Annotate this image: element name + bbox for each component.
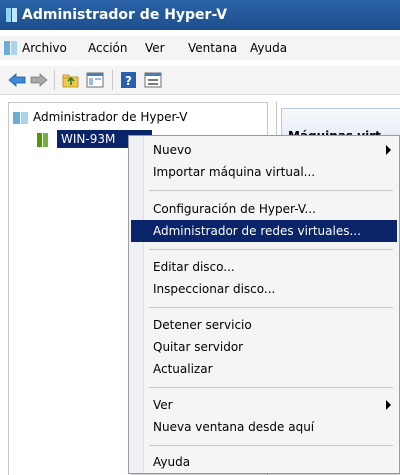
- menu-separator: [149, 190, 393, 191]
- menu-item-configuracion-hyper-v[interactable]: Configuración de Hyper-V...: [131, 198, 397, 220]
- properties-icon[interactable]: [144, 72, 162, 88]
- menu-item-inspeccionar-disco[interactable]: Inspeccionar disco...: [131, 278, 397, 300]
- show-hide-tree-icon[interactable]: [86, 72, 104, 88]
- window-title: Administrador de Hyper-V: [22, 7, 228, 23]
- hyper-v-manager-node-icon: [13, 112, 28, 124]
- menu-item-label: Nueva ventana desde aquí: [153, 420, 315, 434]
- menu-item-label: Editar disco...: [153, 260, 235, 274]
- submenu-arrow-icon: [386, 145, 391, 155]
- toolbar-separator: [54, 70, 55, 90]
- menu-item-label: Administrador de redes virtuales...: [153, 224, 361, 238]
- submenu-arrow-icon: [386, 400, 391, 410]
- menu-item-label: Importar máquina virtual...: [153, 165, 316, 179]
- menu-separator: [149, 307, 393, 308]
- menu-item-importar-maquina-virtual[interactable]: Importar máquina virtual...: [131, 161, 397, 183]
- title-bar: Administrador de Hyper-V: [0, 0, 400, 30]
- menu-item-ver[interactable]: Ver: [131, 394, 397, 416]
- menu-separator: [149, 249, 393, 250]
- help-icon[interactable]: ?: [120, 72, 138, 88]
- menu-item-label: Nuevo: [153, 143, 192, 157]
- menu-item-label: Ver: [153, 398, 173, 412]
- server-icon: [37, 133, 48, 147]
- menu-item-administrador-redes-virtuales[interactable]: Administrador de redes virtuales...: [131, 220, 397, 242]
- svg-text:?: ?: [125, 74, 132, 88]
- menu-accion[interactable]: Acción: [88, 41, 127, 55]
- system-menu-icon[interactable]: [4, 40, 18, 56]
- menu-ver[interactable]: Ver: [145, 41, 165, 55]
- menu-item-label: Configuración de Hyper-V...: [153, 202, 316, 216]
- menu-archivo[interactable]: Archivo: [22, 41, 67, 55]
- toolbar: ?: [0, 66, 400, 95]
- menu-item-label: Inspeccionar disco...: [153, 282, 276, 296]
- menu-separator: [149, 445, 393, 446]
- menu-item-actualizar[interactable]: Actualizar: [131, 358, 397, 380]
- menu-item-quitar-servidor[interactable]: Quitar servidor: [131, 336, 397, 358]
- toolbar-separator: [112, 70, 113, 90]
- menu-item-detener-servicio[interactable]: Detener servicio: [131, 314, 397, 336]
- hyper-v-manager-icon: [6, 8, 17, 22]
- forward-arrow-icon[interactable]: [30, 72, 48, 88]
- context-menu: Nuevo Importar máquina virtual... Config…: [128, 135, 400, 474]
- up-folder-icon[interactable]: [62, 72, 80, 88]
- menu-item-label: Detener servicio: [153, 318, 252, 332]
- menu-bar: Archivo Acción Ver Ventana Ayuda: [0, 36, 400, 60]
- menu-item-editar-disco[interactable]: Editar disco...: [131, 256, 397, 278]
- menu-item-label: Quitar servidor: [153, 340, 244, 354]
- menu-item-ayuda[interactable]: Ayuda: [131, 451, 397, 473]
- menu-item-nueva-ventana[interactable]: Nueva ventana desde aquí: [131, 416, 397, 438]
- menu-separator: [149, 387, 393, 388]
- tree-root-label[interactable]: Administrador de Hyper-V: [33, 110, 187, 124]
- menu-item-label: Ayuda: [153, 455, 191, 469]
- menu-item-label: Actualizar: [153, 362, 213, 376]
- menu-item-nuevo[interactable]: Nuevo: [131, 139, 397, 161]
- menu-ayuda[interactable]: Ayuda: [250, 41, 287, 55]
- back-arrow-icon[interactable]: [8, 72, 26, 88]
- menu-ventana[interactable]: Ventana: [188, 41, 237, 55]
- tree-server-label: WIN-93M: [61, 132, 116, 146]
